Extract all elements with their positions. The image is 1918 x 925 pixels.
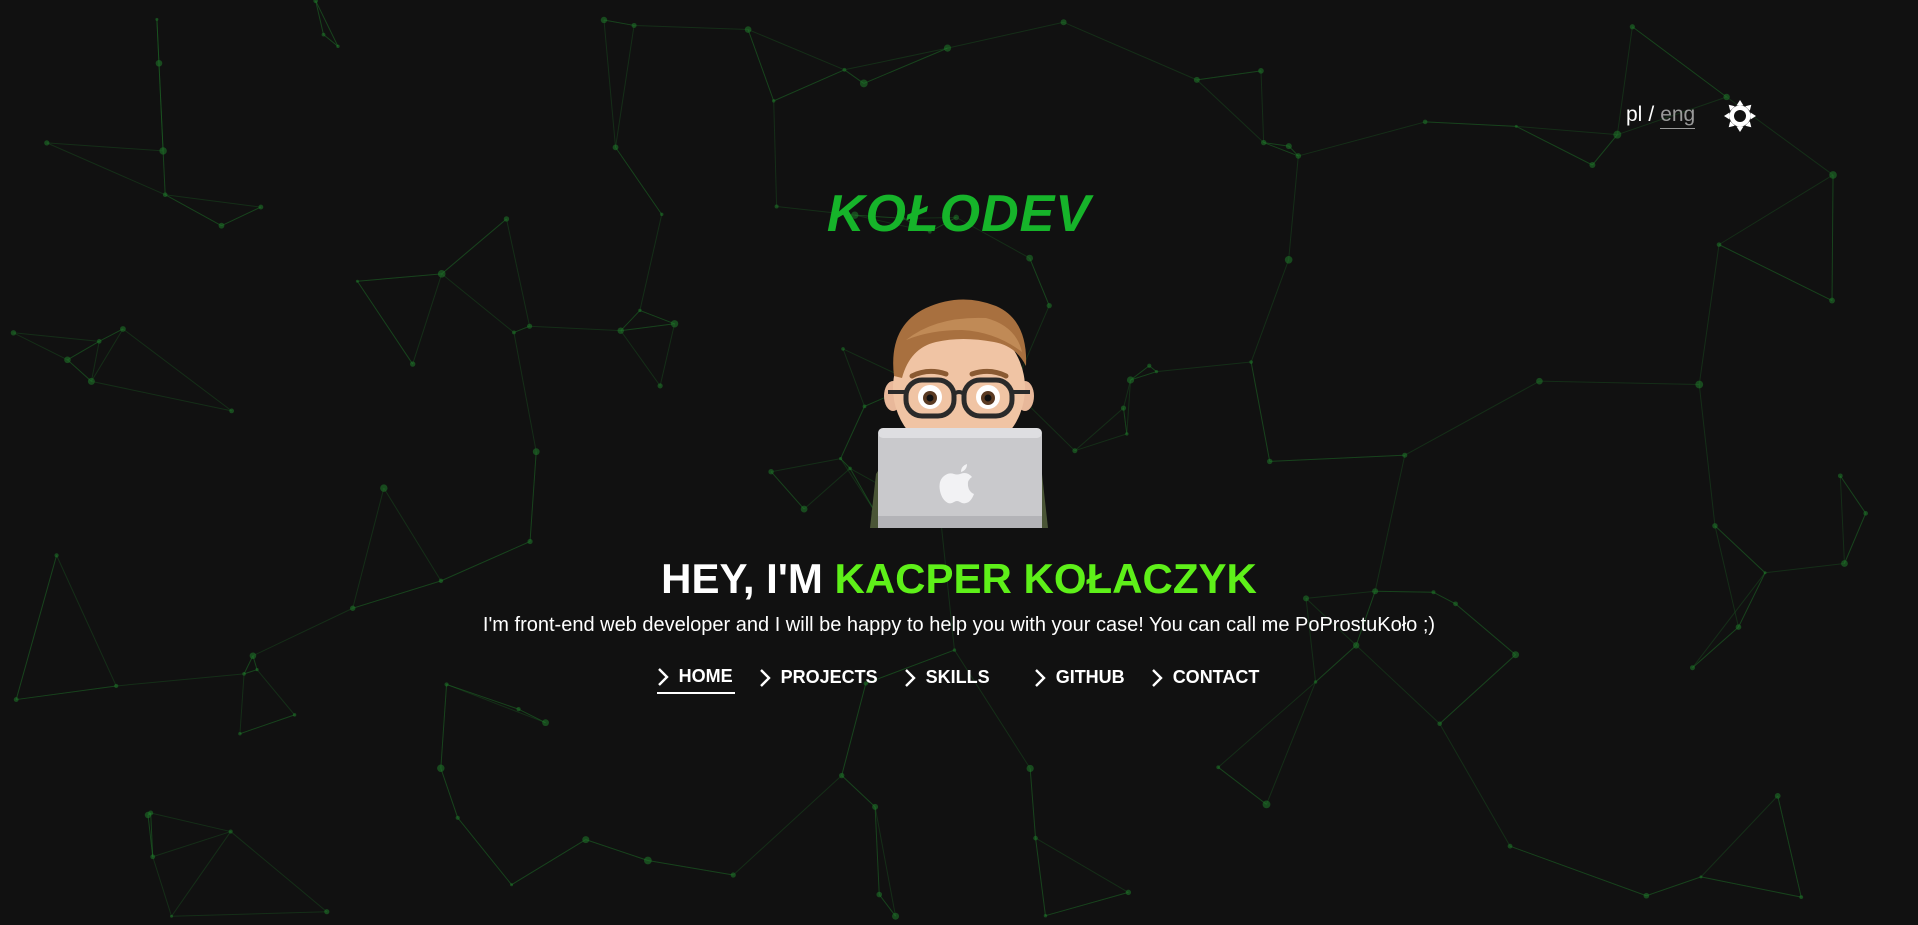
top-right-controls: pl / eng [1626, 100, 1757, 132]
nav-item-home[interactable]: HOME [656, 664, 735, 694]
brand-logo-text[interactable]: KOŁODEV [0, 184, 1918, 244]
nav-item-label: HOME [678, 666, 733, 686]
hero-headline: HEY, I'M KACPER KOŁACZYK [0, 553, 1918, 605]
hero-greeting: HEY, I'M [661, 555, 823, 602]
main-nav: HOME PROJECTS SKILLS GITHUB CONTACT [0, 664, 1918, 694]
nav-item-github[interactable]: GITHUB [1034, 664, 1127, 694]
lang-separator: / [1648, 103, 1655, 126]
language-switcher: pl / eng [1626, 103, 1696, 129]
page: pl / eng KOŁODEV HEY, I'M KACPER KOŁACZY… [0, 0, 1918, 925]
chevron-right-icon [759, 668, 771, 687]
chevron-right-icon [1034, 668, 1046, 687]
lang-eng-link[interactable]: eng [1660, 103, 1696, 129]
nav-item-projects[interactable]: PROJECTS [759, 664, 880, 694]
theme-toggle-button[interactable] [1723, 99, 1757, 133]
nav-item-label: SKILLS [925, 667, 990, 687]
chevron-right-icon [1151, 668, 1163, 687]
nav-item-skills[interactable]: SKILLS [904, 664, 992, 694]
nav-item-label: GITHUB [1055, 667, 1125, 687]
hero-name: KACPER KOŁACZYK [834, 555, 1257, 602]
memoji-avatar-icon [870, 299, 1048, 528]
lang-pl-link[interactable]: pl [1626, 103, 1642, 127]
nav-item-contact[interactable]: CONTACT [1151, 664, 1262, 694]
hero-tagline: I'm front-end web developer and I will b… [482, 614, 1436, 636]
nav-item-label: PROJECTS [780, 667, 878, 687]
chevron-right-icon [904, 668, 916, 687]
chevron-right-icon [657, 667, 669, 686]
sun-icon [1724, 100, 1757, 132]
nav-item-label: CONTACT [1172, 667, 1260, 687]
